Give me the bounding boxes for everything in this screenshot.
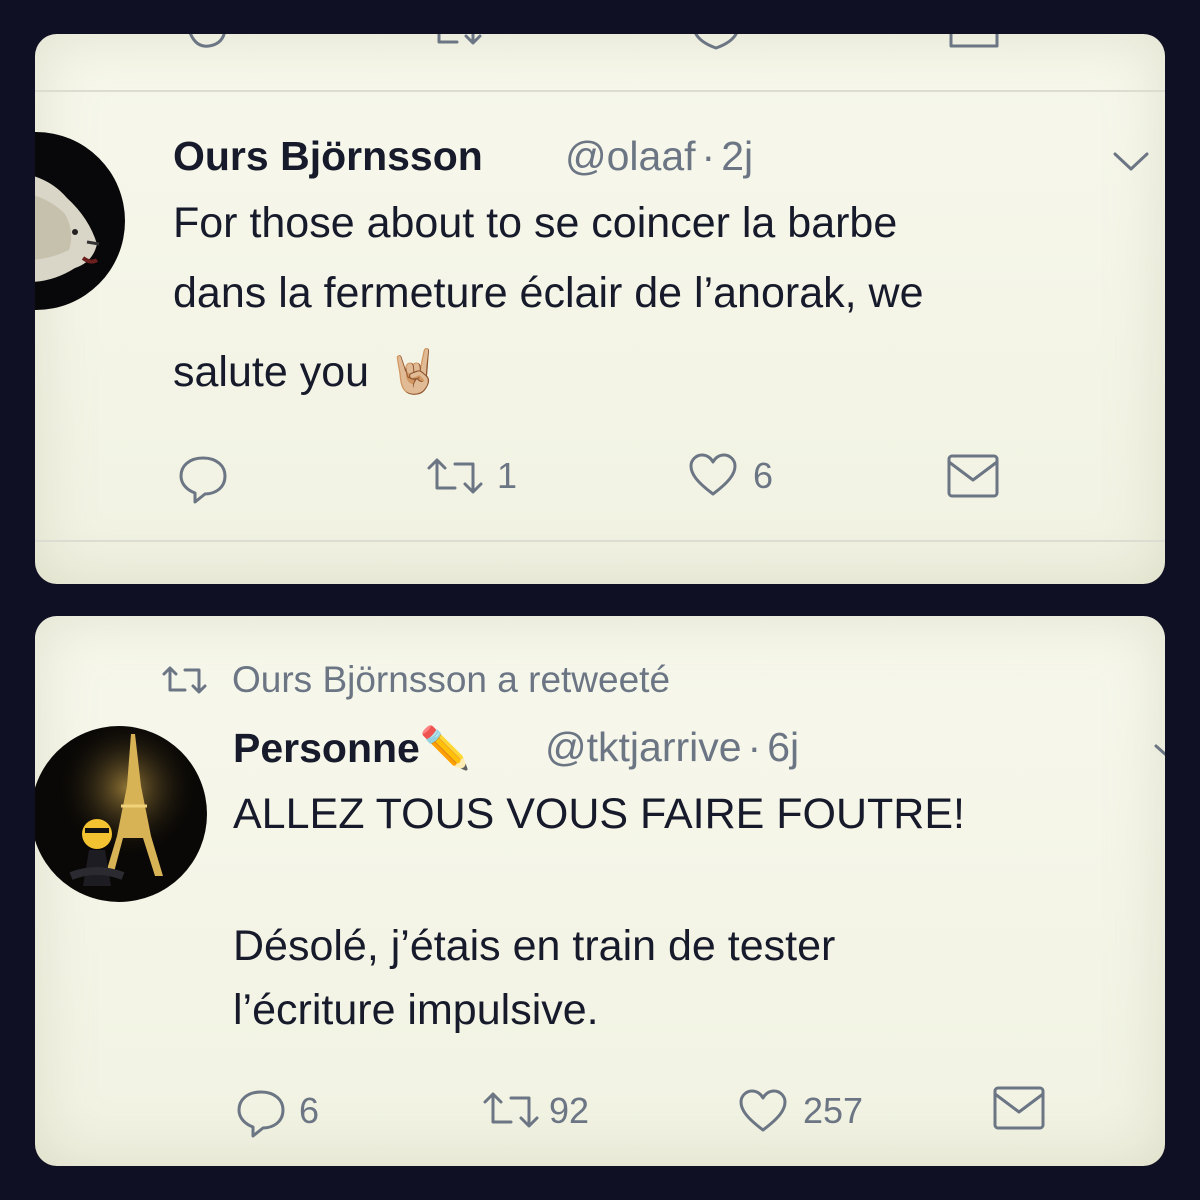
retweet-icon[interactable] [425,456,485,496]
display-name[interactable]: Ours Björnsson [173,133,483,180]
eiffel-tower-image [35,726,207,902]
tweet-text-line-1: For those about to se coincer la barbe [173,199,898,247]
tweet-text-line-4: l’écriture impulsive. [233,986,599,1034]
chevron-down-icon[interactable] [1111,150,1151,174]
like-icon[interactable] [737,1088,789,1134]
user-handle[interactable]: @olaaf · 2j [565,133,753,180]
avatar[interactable] [35,726,207,902]
chevron-down-icon[interactable] [1153,742,1165,762]
tweet-text-line-3-text: salute you [173,348,370,396]
prev-dm-icon[interactable] [947,34,1003,52]
retweet-context-icon [161,664,209,696]
tweet-text-line-3: Désolé, j’étais en train de tester [233,922,836,970]
like-icon[interactable] [687,452,739,498]
avatar[interactable] [35,132,125,310]
divider [35,540,1165,542]
user-handle[interactable]: @tktjarrive · 6j [545,724,799,771]
retweet-count[interactable]: 92 [549,1090,589,1132]
display-name[interactable]: Personne✏️ [233,724,471,773]
pencil-emoji: ✏️ [419,724,471,772]
separator-dot: · [701,133,716,179]
prev-like-icon[interactable] [691,34,741,52]
handle-text[interactable]: @tktjarrive [545,724,742,770]
dm-icon[interactable] [991,1084,1047,1132]
tweet-card-personne[interactable]: Ours Björnsson a retweeté Personne✏️ @tk… [35,616,1165,1166]
dm-icon[interactable] [945,452,1001,500]
timestamp[interactable]: 6j [767,724,799,770]
polar-bear-image [35,176,100,282]
retweet-icon[interactable] [481,1090,541,1130]
display-name-text[interactable]: Personne [233,725,420,771]
retweet-count[interactable]: 1 [497,455,517,497]
handle-text[interactable]: @olaaf [565,133,696,179]
retweet-context[interactable]: Ours Björnsson a retweeté [232,659,670,701]
reply-icon[interactable] [235,1086,287,1138]
timestamp[interactable]: 2j [721,133,753,179]
tweet-text-line-2: dans la fermeture éclair de l’anorak, we [173,269,924,317]
like-count[interactable]: 257 [803,1090,863,1132]
tweet-text-line-1: ALLEZ TOUS VOUS FAIRE FOUTRE! [233,790,965,838]
like-count[interactable]: 6 [753,455,773,497]
prev-retweet-icon[interactable] [433,34,485,52]
divider [35,90,1165,92]
reply-count[interactable]: 6 [299,1090,319,1132]
tweet-text-line-3: salute you 🤘🏼 [173,347,441,397]
reply-icon[interactable] [177,452,229,504]
tweet-card-ours[interactable]: Ours Björnsson @olaaf · 2j For those about… [35,34,1165,584]
rock-on-emoji: 🤘🏼 [386,347,441,397]
prev-reply-icon[interactable] [185,34,229,52]
separator-dot: · [747,724,762,770]
